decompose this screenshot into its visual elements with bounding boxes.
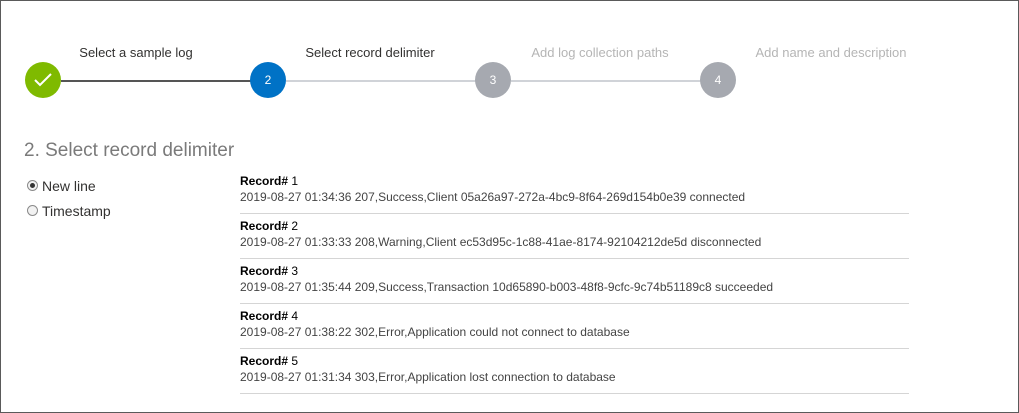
record-text: 2019-08-27 01:34:36 207,Success,Client 0… [240, 190, 746, 204]
section-title: 2. Select record delimiter [24, 140, 235, 161]
record-number: 5 [291, 354, 299, 368]
record-heading: Record# 1 [240, 174, 909, 189]
record-label: Record# [240, 219, 289, 233]
radio-new-line[interactable]: New line [27, 173, 111, 198]
record-text: 2019-08-27 01:38:22 302,Error,Applicatio… [240, 325, 630, 339]
step-2-number: 2 [264, 73, 272, 87]
record-number: 3 [291, 264, 299, 278]
step-2-circle[interactable]: 2 [250, 62, 286, 98]
dialog-frame: Select a sample log Select record delimi… [0, 0, 1019, 413]
step-3-label: Add log collection paths [531, 45, 669, 60]
record-label: Record# [240, 174, 289, 188]
step-1-label: Select a sample log [79, 45, 193, 60]
step-3-circle[interactable]: 3 [475, 62, 511, 98]
step-1-circle[interactable] [25, 62, 61, 98]
step-4-circle[interactable]: 4 [700, 62, 736, 98]
radio-timestamp[interactable]: Timestamp [27, 198, 111, 223]
step-4-number: 4 [714, 73, 722, 87]
step-2-label: Select record delimiter [305, 45, 435, 60]
record-text: 2019-08-27 01:33:33 208,Warning,Client e… [240, 235, 762, 249]
step-4-label: Add name and description [755, 45, 907, 60]
record-number: 1 [291, 174, 299, 188]
wizard-steps: Select a sample log Select record delimi… [1, 1, 1018, 111]
radio-button-new-line[interactable] [27, 180, 38, 191]
list-item: Record# 2 2019-08-27 01:33:33 208,Warnin… [240, 214, 909, 259]
step-connector-3-4 [511, 80, 701, 82]
record-heading: Record# 3 [240, 264, 909, 279]
list-item: Record# 1 2019-08-27 01:34:36 207,Succes… [240, 169, 909, 214]
radio-label-timestamp: Timestamp [42, 202, 111, 219]
list-item: Record# 3 2019-08-27 01:35:44 209,Succes… [240, 259, 909, 304]
record-number: 2 [291, 219, 299, 233]
record-text: 2019-08-27 01:35:44 209,Success,Transact… [240, 280, 774, 294]
record-number: 4 [291, 309, 299, 323]
radio-button-timestamp[interactable] [27, 205, 38, 216]
record-heading: Record# 5 [240, 354, 909, 369]
step-3-number: 3 [489, 73, 497, 87]
record-list: Record# 1 2019-08-27 01:34:36 207,Succes… [240, 169, 909, 394]
record-label: Record# [240, 264, 289, 278]
radio-label-new-line: New line [42, 177, 96, 194]
delimiter-radio-group: New line Timestamp [27, 173, 111, 223]
record-text: 2019-08-27 01:31:34 303,Error,Applicatio… [240, 370, 616, 384]
list-item: Record# 4 2019-08-27 01:38:22 302,Error,… [240, 304, 909, 349]
list-item: Record# 5 2019-08-27 01:31:34 303,Error,… [240, 349, 909, 394]
step-connector-1-2 [61, 80, 251, 82]
record-label: Record# [240, 354, 289, 368]
record-heading: Record# 4 [240, 309, 909, 324]
record-heading: Record# 2 [240, 219, 909, 234]
step-connector-2-3 [286, 80, 476, 82]
checkmark-icon [34, 73, 52, 87]
record-label: Record# [240, 309, 289, 323]
